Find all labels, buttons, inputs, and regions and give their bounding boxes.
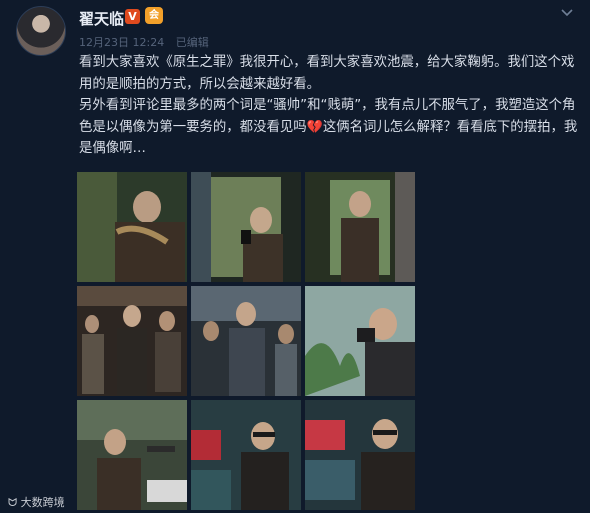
photo-5[interactable] <box>191 286 301 396</box>
photo-2[interactable] <box>191 172 301 282</box>
post-date[interactable]: 12月23日 12:24 <box>79 36 164 49</box>
photo-3[interactable] <box>305 172 415 282</box>
post-paragraph-2: 另外看到评论里最多的两个词是“骚帅”和“贱萌”，我有点儿不服气了，我塑造这个角色… <box>79 95 579 160</box>
photo-1[interactable] <box>77 172 187 282</box>
member-badge-icon: 会 <box>145 7 163 24</box>
verified-badge-icon: V <box>125 9 140 24</box>
watermark-text: 大数跨境 <box>20 496 65 509</box>
post-meta: 12月23日 12:24 已编辑 <box>79 34 217 50</box>
author-name[interactable]: 翟天临 <box>79 8 124 29</box>
edited-label: 已编辑 <box>175 36 209 49</box>
photo-7[interactable] <box>77 400 187 510</box>
avatar[interactable] <box>16 6 66 56</box>
chevron-down-icon[interactable] <box>560 8 574 18</box>
post-paragraph-1: 看到大家喜欢《原生之罪》我很开心，看到大家喜欢池震，给大家鞠躬。我们这个戏用的是… <box>79 55 575 92</box>
watermark-logo-icon: ᗢ <box>8 496 18 509</box>
photo-6[interactable] <box>305 286 415 396</box>
weibo-post: 翟天临 V 会 12月23日 12:24 已编辑 看到大家喜欢《原生之罪》我很开… <box>0 0 590 513</box>
watermark: ᗢ 大数跨境 <box>8 494 65 510</box>
broken-heart-emoji: 💔 <box>306 119 323 135</box>
post-text: 看到大家喜欢《原生之罪》我很开心，看到大家喜欢池震，给大家鞠躬。我们这个戏用的是… <box>79 52 579 160</box>
photo-4[interactable] <box>77 286 187 396</box>
photo-9[interactable] <box>305 400 415 510</box>
photo-8[interactable] <box>191 400 301 510</box>
